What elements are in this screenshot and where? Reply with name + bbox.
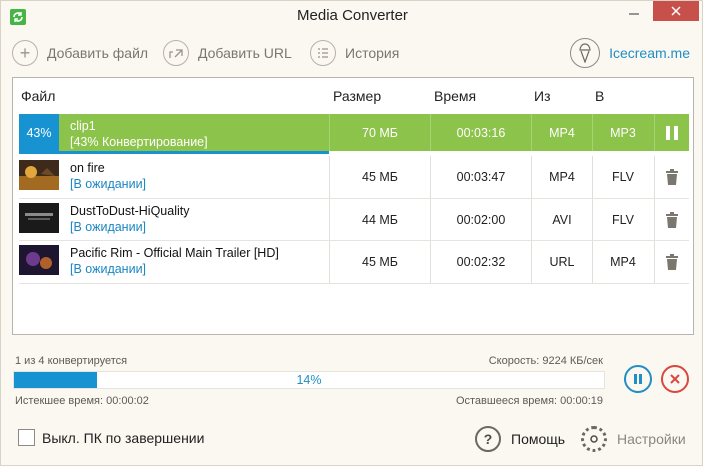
file-from: URL (531, 241, 592, 283)
brand-label: Icecream.me (609, 45, 690, 61)
file-status: [В ожидании] (70, 220, 147, 234)
row-percent: 43% (19, 114, 59, 151)
file-status: [43% Конвертирование] (70, 135, 208, 149)
file-from: MP4 (531, 114, 592, 151)
elapsed-time: Истекшее время: 00:00:02 (15, 395, 149, 407)
table-row[interactable]: DustToDust-HiQuality [В ожидании] 44 МБ … (19, 199, 689, 241)
share-icon (163, 40, 189, 66)
file-size: 45 МБ (329, 241, 430, 283)
delete-row-button[interactable] (654, 241, 689, 283)
settings-label: Настройки (617, 431, 686, 447)
video-thumbnail (19, 160, 59, 190)
header-from: Из (534, 88, 551, 104)
file-table: Файл Размер Время Из В 43% clip1 [43% Ко… (12, 77, 694, 335)
file-time: 00:03:16 (430, 114, 531, 151)
pause-icon (666, 125, 678, 140)
file-to: MP4 (592, 241, 653, 283)
settings-button[interactable]: Настройки (581, 425, 686, 453)
header-to: В (595, 88, 605, 104)
minimize-button[interactable] (623, 5, 645, 25)
shutdown-checkbox[interactable] (18, 429, 35, 446)
remaining-time: Оставшееся время: 00:00:19 (455, 395, 603, 407)
overall-progress-percent: 14% (296, 373, 322, 387)
row-progress-bar (19, 151, 329, 154)
file-to: FLV (592, 156, 653, 198)
file-name: clip1 (70, 119, 96, 133)
title-bar: Media Converter (1, 1, 703, 32)
conversion-count: 1 из 4 конвертируется (15, 355, 128, 367)
file-status: [В ожидании] (70, 177, 147, 191)
delete-row-button[interactable] (654, 199, 689, 241)
shutdown-label: Выкл. ПК по завершении (42, 430, 205, 446)
table-row[interactable]: 43% clip1 [43% Конвертирование] 70 МБ 00… (19, 114, 689, 151)
trash-icon (666, 254, 678, 270)
history-button[interactable]: История (310, 37, 399, 69)
minimize-icon (629, 13, 639, 15)
history-label: История (345, 45, 400, 61)
file-time: 00:02:00 (430, 199, 531, 241)
table-row[interactable]: on fire [В ожидании] 45 МБ 00:03:47 MP4 … (19, 156, 689, 198)
add-file-label: Добавить файл (47, 45, 149, 61)
close-icon (671, 6, 681, 16)
file-to: FLV (592, 199, 653, 241)
table-row[interactable]: Pacific Rim - Official Main Trailer [HD]… (19, 241, 689, 283)
pause-all-button[interactable] (624, 365, 652, 393)
file-from: AVI (531, 199, 592, 241)
window-title: Media Converter (297, 7, 408, 24)
help-button[interactable]: ? Помощь (475, 425, 565, 453)
video-thumbnail (19, 203, 59, 233)
header-time: Время (434, 88, 477, 104)
file-status: [В ожидании] (70, 262, 147, 276)
cancel-all-button[interactable] (661, 365, 689, 393)
file-size: 70 МБ (329, 114, 430, 151)
trash-icon (666, 212, 678, 228)
list-icon (310, 40, 336, 66)
close-icon (670, 374, 680, 384)
file-name: on fire (70, 161, 105, 175)
close-window-button[interactable] (653, 1, 699, 21)
help-icon: ? (475, 426, 501, 452)
trash-icon (666, 169, 678, 185)
file-size: 45 МБ (329, 156, 430, 198)
help-label: Помощь (511, 431, 566, 447)
pause-row-button[interactable] (654, 114, 689, 151)
file-time: 00:03:47 (430, 156, 531, 198)
gear-icon (581, 426, 607, 452)
pause-icon (634, 374, 642, 384)
delete-row-button[interactable] (654, 156, 689, 198)
header-file: Файл (21, 88, 56, 104)
file-size: 44 МБ (329, 199, 430, 241)
header-size: Размер (333, 88, 382, 104)
row-divider (19, 283, 689, 284)
file-name: DustToDust-HiQuality (70, 204, 190, 218)
brand-link[interactable]: Icecream.me (570, 37, 690, 69)
file-name: Pacific Rim - Official Main Trailer [HD] (70, 246, 279, 260)
file-from: MP4 (531, 156, 592, 198)
icecream-logo-icon (570, 38, 601, 68)
file-time: 00:02:32 (430, 241, 531, 283)
add-file-button[interactable]: + Добавить файл (12, 37, 148, 69)
plus-icon: + (12, 40, 38, 66)
add-url-label: Добавить URL (198, 45, 292, 61)
conversion-speed: Скорость: 9224 КБ/сек (488, 355, 603, 367)
file-to: MP3 (592, 114, 653, 151)
video-thumbnail (19, 245, 59, 275)
overall-progress-bar: 14% (13, 371, 605, 389)
app-window: Media Converter + Добавить файл Добавить… (0, 0, 703, 466)
add-url-button[interactable]: Добавить URL (163, 37, 292, 69)
